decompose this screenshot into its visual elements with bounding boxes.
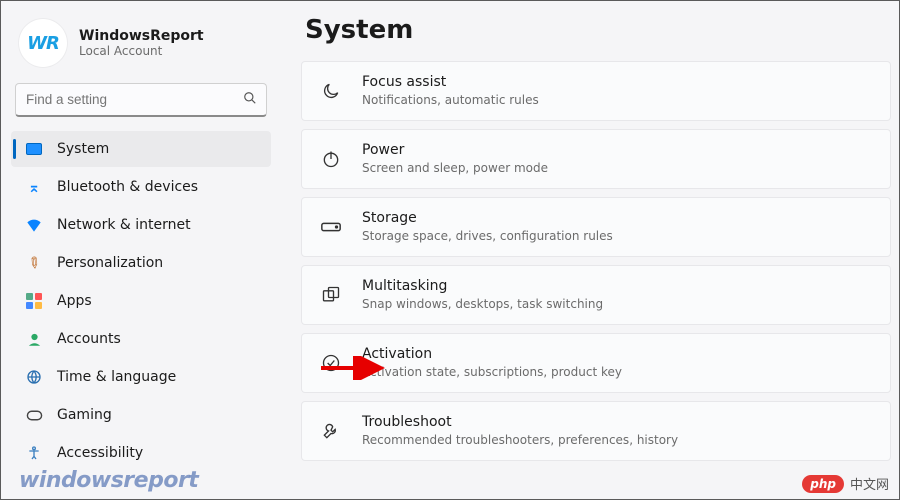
card-subtitle: Snap windows, desktops, task switching <box>362 296 603 312</box>
profile-name: WindowsReport <box>79 28 204 44</box>
sidebar-item-apps[interactable]: Apps <box>11 283 271 319</box>
sidebar-item-label: Accessibility <box>57 445 143 461</box>
sidebar-item-personalization[interactable]: ✎ Personalization <box>11 245 271 281</box>
card-title: Focus assist <box>362 74 539 92</box>
bluetooth-icon: ⌅ <box>25 178 43 196</box>
page-title: System <box>301 15 891 45</box>
monitor-icon <box>25 140 43 158</box>
sidebar-item-label: Gaming <box>57 407 112 423</box>
card-focus-assist[interactable]: Focus assistNotifications, automatic rul… <box>301 61 891 121</box>
search-icon <box>243 91 257 109</box>
card-troubleshoot[interactable]: TroubleshootRecommended troubleshooters,… <box>301 401 891 461</box>
settings-card-list: Focus assistNotifications, automatic rul… <box>301 61 891 461</box>
globe-icon <box>25 368 43 386</box>
sidebar-item-label: System <box>57 141 109 157</box>
profile-subtitle: Local Account <box>79 44 204 58</box>
card-subtitle: Notifications, automatic rules <box>362 92 539 108</box>
nav-list: System ⌅ Bluetooth & devices Network & in… <box>11 131 271 471</box>
wifi-icon <box>25 216 43 234</box>
sidebar: WR WindowsReport Local Account System ⌅ B… <box>1 1 281 499</box>
sidebar-item-label: Accounts <box>57 331 121 347</box>
gamepad-icon <box>25 406 43 424</box>
card-subtitle: Recommended troubleshooters, preferences… <box>362 432 678 448</box>
avatar: WR <box>19 19 67 67</box>
card-title: Storage <box>362 210 613 228</box>
multitask-icon <box>318 282 344 308</box>
sidebar-item-label: Apps <box>57 293 92 309</box>
search-container <box>15 83 267 117</box>
sidebar-item-accounts[interactable]: Accounts <box>11 321 271 357</box>
card-subtitle: Storage space, drives, configuration rul… <box>362 228 613 244</box>
apps-icon <box>25 292 43 310</box>
sidebar-item-time[interactable]: Time & language <box>11 359 271 395</box>
sidebar-item-gaming[interactable]: Gaming <box>11 397 271 433</box>
card-storage[interactable]: StorageStorage space, drives, configurat… <box>301 197 891 257</box>
power-icon <box>318 146 344 172</box>
card-title: Power <box>362 142 548 160</box>
search-input[interactable] <box>15 83 267 117</box>
avatar-text: WR <box>27 33 59 54</box>
sidebar-item-label: Bluetooth & devices <box>57 179 198 195</box>
sidebar-item-accessibility[interactable]: Accessibility <box>11 435 271 471</box>
card-title: Activation <box>362 346 622 364</box>
sidebar-item-label: Personalization <box>57 255 163 271</box>
card-power[interactable]: PowerScreen and sleep, power mode <box>301 129 891 189</box>
wrench-icon <box>318 418 344 444</box>
drive-icon <box>318 214 344 240</box>
card-subtitle: Screen and sleep, power mode <box>362 160 548 176</box>
main-content: System Focus assistNotifications, automa… <box>281 1 899 499</box>
card-title: Multitasking <box>362 278 603 296</box>
user-icon <box>25 330 43 348</box>
moon-icon <box>318 78 344 104</box>
sidebar-item-system[interactable]: System <box>11 131 271 167</box>
sidebar-item-network[interactable]: Network & internet <box>11 207 271 243</box>
sidebar-item-label: Time & language <box>57 369 176 385</box>
check-circle-icon <box>318 350 344 376</box>
card-multitasking[interactable]: MultitaskingSnap windows, desktops, task… <box>301 265 891 325</box>
sidebar-item-bluetooth[interactable]: ⌅ Bluetooth & devices <box>11 169 271 205</box>
accessibility-icon <box>25 444 43 462</box>
settings-window: WR WindowsReport Local Account System ⌅ B… <box>1 1 899 499</box>
card-subtitle: Activation state, subscriptions, product… <box>362 364 622 380</box>
profile-block[interactable]: WR WindowsReport Local Account <box>11 15 271 83</box>
card-title: Troubleshoot <box>362 414 678 432</box>
sidebar-item-label: Network & internet <box>57 217 191 233</box>
profile-text: WindowsReport Local Account <box>79 28 204 58</box>
brush-icon: ✎ <box>21 250 46 275</box>
card-activation[interactable]: ActivationActivation state, subscription… <box>301 333 891 393</box>
